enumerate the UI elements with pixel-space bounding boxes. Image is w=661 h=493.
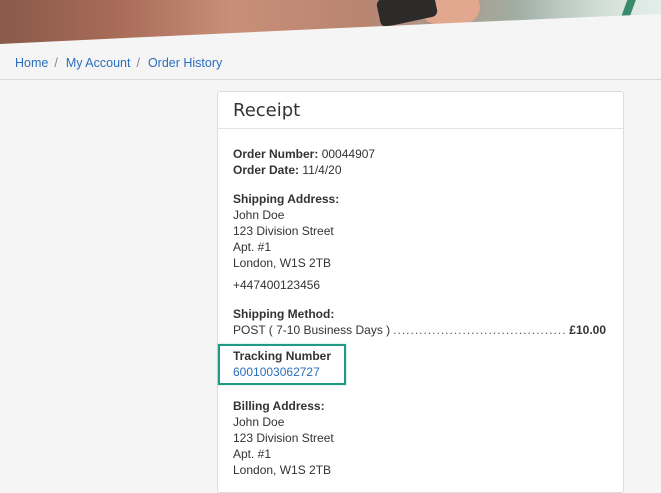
- billing-street: 123 Division Street: [233, 431, 334, 445]
- tracking-number-link[interactable]: 6001003062727: [233, 364, 331, 380]
- billing-address-label: Billing Address:: [233, 399, 325, 413]
- order-number-row: Order Number: 00044907: [233, 146, 608, 162]
- tracking-number-highlight: Tracking Number 6001003062727: [218, 344, 347, 385]
- breadcrumb-home-link[interactable]: Home: [15, 56, 48, 70]
- shipping-method-dots: ........................................…: [393, 323, 567, 337]
- shipping-name: John Doe: [233, 208, 285, 222]
- phone-number: +447400123456: [233, 278, 321, 292]
- shipping-method-label: Shipping Method:: [233, 307, 335, 321]
- shipping-street: 123 Division Street: [233, 224, 334, 238]
- breadcrumb-order-history-link[interactable]: Order History: [148, 56, 222, 70]
- shipping-price: £10.00: [569, 323, 606, 337]
- billing-name: John Doe: [233, 415, 285, 429]
- order-date-row: Order Date: 11/4/20: [233, 162, 608, 178]
- breadcrumb: Home / My Account / Order History: [15, 54, 222, 72]
- shipping-city: London, W1S 2TB: [233, 256, 332, 270]
- order-number-label: Order Number:: [233, 147, 319, 161]
- billing-apt: Apt. #1: [233, 447, 272, 461]
- shipping-apt: Apt. #1: [233, 240, 272, 254]
- breadcrumb-separator: /: [136, 56, 140, 70]
- billing-city: London, W1S 2TB: [233, 463, 332, 477]
- shipping-method-value: POST ( 7-10 Business Days ): [233, 323, 391, 337]
- shipping-method-row: POST ( 7-10 Business Days ) ............…: [233, 322, 606, 338]
- order-number-value: 00044907: [321, 147, 376, 161]
- shipping-address-label: Shipping Address:: [233, 192, 340, 206]
- tracking-number-label: Tracking Number: [233, 349, 332, 363]
- banner-curve: [0, 14, 661, 48]
- order-date-value: 11/4/20: [302, 163, 342, 177]
- breadcrumb-separator: /: [54, 56, 58, 70]
- receipt-title: Receipt: [218, 92, 623, 129]
- receipt-body: Order Number: 00044907 Order Date: 11/4/…: [218, 129, 623, 478]
- hero-banner: [0, 0, 661, 48]
- breadcrumb-my-account-link[interactable]: My Account: [66, 56, 131, 70]
- order-date-label: Order Date:: [233, 163, 300, 177]
- receipt-card: Receipt Order Number: 00044907 Order Dat…: [217, 91, 624, 493]
- breadcrumb-divider: [0, 79, 661, 80]
